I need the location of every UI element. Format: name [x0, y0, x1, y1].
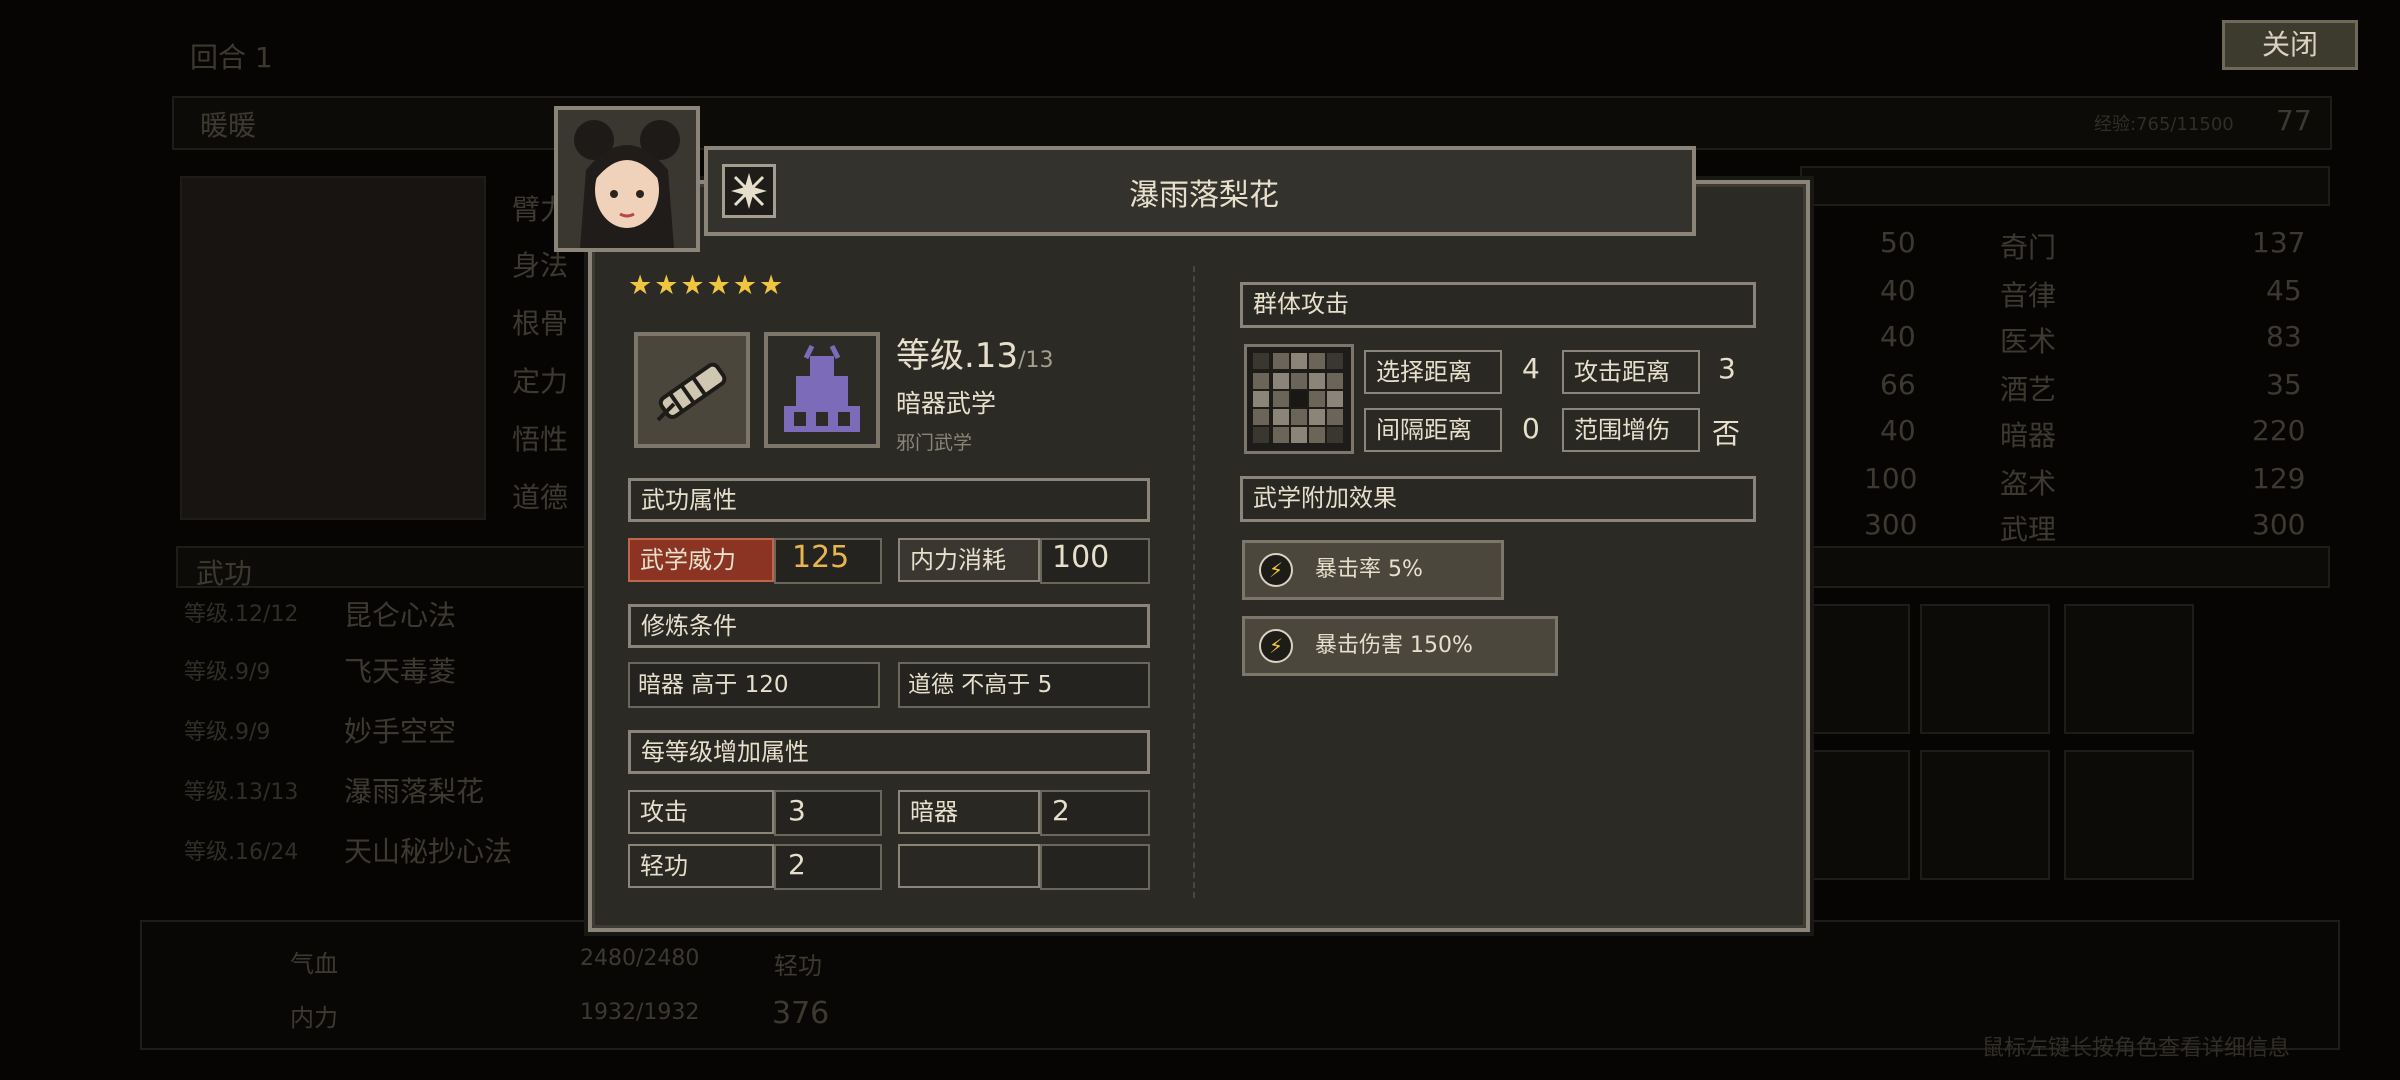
skill-level-max: /13 [1018, 348, 1054, 373]
lightning-icon: ⚡ [1259, 553, 1293, 587]
attack-type: 群体攻击 [1240, 282, 1756, 328]
props-header: 武功属性 [628, 478, 1150, 522]
extra-effects-header: 武学附加效果 [1240, 476, 1756, 522]
per-level-label: 暗器 [898, 790, 1040, 834]
skill-school: 邪门武学 [896, 432, 973, 454]
mp-cost-label: 内力消耗 [898, 538, 1040, 582]
aoe-bonus-value: 否 [1712, 417, 1741, 450]
select-range-label: 选择距离 [1364, 350, 1502, 394]
per-level-value: 3 [788, 794, 806, 827]
power-label: 武学威力 [628, 538, 774, 582]
per-level-label: 轻功 [628, 844, 774, 888]
per-level-label: 攻击 [628, 790, 774, 834]
skill-title: 瀑雨落梨花 [1129, 178, 1279, 213]
evil-school-icon [764, 332, 880, 448]
attack-range-grid [1244, 344, 1354, 454]
skill-category: 暗器武学 [896, 389, 997, 418]
hidden-weapon-icon [634, 332, 750, 448]
interval-value: 0 [1522, 412, 1540, 445]
effect-crit-damage[interactable]: ⚡ 暴击伤害 150% [1242, 616, 1558, 676]
per-level-value: 2 [1052, 794, 1070, 827]
per-level-value: 2 [788, 848, 806, 881]
interval-label: 间隔距离 [1364, 408, 1502, 452]
effect-label: 暴击伤害 150% [1315, 633, 1473, 658]
close-button[interactable]: 关闭 [2222, 20, 2358, 70]
power-value: 125 [792, 540, 850, 575]
skill-title-bar: 瀑雨落梨花 [704, 146, 1696, 236]
requirements-header: 修炼条件 [628, 604, 1150, 648]
character-avatar [554, 106, 700, 252]
mp-cost-value: 100 [1052, 540, 1110, 575]
skill-level: 等级.13/13 [896, 328, 1053, 377]
effect-label: 暴击率 5% [1315, 557, 1423, 582]
skill-level-current: 等级.13 [896, 336, 1019, 376]
requirement-1: 暗器 高于 120 [628, 662, 880, 708]
column-divider [1193, 266, 1195, 898]
select-range-value: 4 [1522, 352, 1540, 385]
aoe-bonus-label: 范围增伤 [1562, 408, 1700, 452]
per-level-empty-label [898, 844, 1040, 888]
requirement-2: 道德 不高于 5 [898, 662, 1150, 708]
attack-range-label: 攻击距离 [1562, 350, 1700, 394]
skill-rarity-stars: ★★★★★★ [628, 270, 786, 301]
per-level-empty-cell [1040, 844, 1150, 890]
attack-range-value: 3 [1718, 352, 1736, 385]
effect-crit-rate[interactable]: ⚡ 暴击率 5% [1242, 540, 1504, 600]
lightning-icon: ⚡ [1259, 629, 1293, 663]
per-level-header: 每等级增加属性 [628, 730, 1150, 774]
